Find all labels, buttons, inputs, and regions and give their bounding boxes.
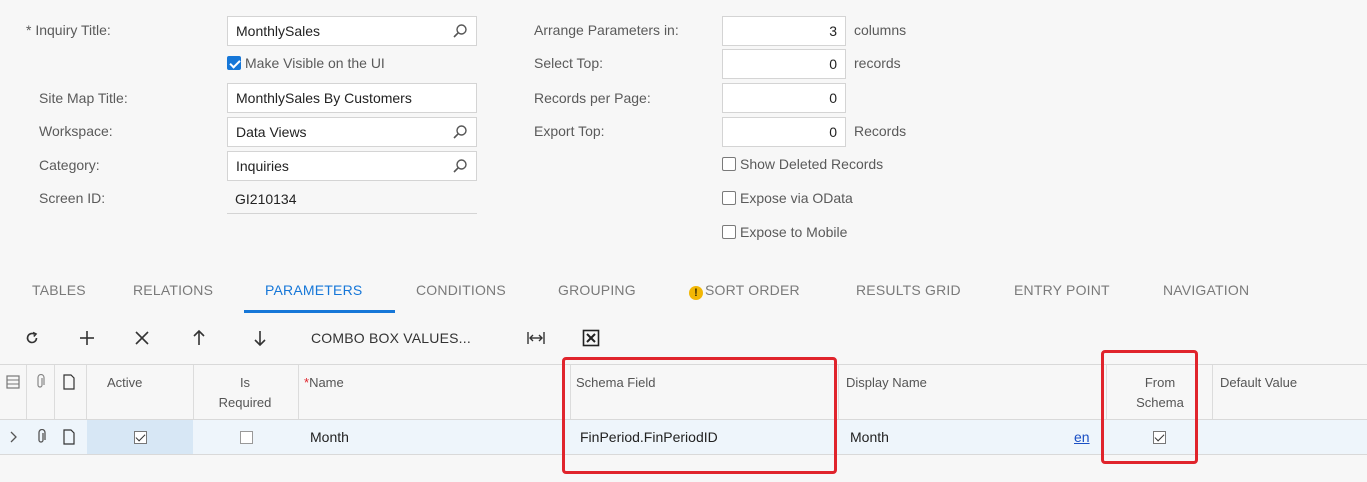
fit-columns-button[interactable] bbox=[524, 327, 548, 349]
site-map-title-field[interactable]: MonthlySales By Customers bbox=[227, 83, 477, 113]
arrange-parameters-input[interactable]: 3 bbox=[722, 16, 846, 46]
arrow-up-icon bbox=[193, 329, 205, 345]
fit-width-icon bbox=[527, 332, 545, 344]
tab-grouping[interactable]: GROUPING bbox=[558, 282, 636, 298]
workspace-field[interactable]: Data Views bbox=[227, 117, 477, 147]
category-field[interactable]: Inquiries bbox=[227, 151, 477, 181]
records-per-page-input[interactable]: 0 bbox=[722, 83, 846, 113]
column-header-active[interactable]: Active bbox=[107, 373, 142, 393]
checkbox-empty-icon[interactable] bbox=[722, 191, 736, 205]
plus-icon bbox=[80, 331, 94, 345]
export-top-unit: Records bbox=[854, 123, 907, 139]
refresh-button[interactable] bbox=[21, 327, 43, 349]
column-divider bbox=[86, 365, 87, 419]
move-down-button[interactable] bbox=[249, 327, 271, 349]
arrow-down-icon bbox=[254, 331, 266, 347]
workspace-label: Workspace: bbox=[39, 123, 113, 139]
records-per-page-label: Records per Page: bbox=[534, 90, 651, 106]
checkbox-empty-icon[interactable] bbox=[239, 431, 253, 444]
screen-id-label: Screen ID: bbox=[39, 190, 106, 206]
search-icon[interactable] bbox=[452, 23, 468, 39]
column-divider bbox=[193, 365, 194, 419]
site-map-title-label: Site Map Title: bbox=[39, 90, 128, 106]
show-deleted-records-label: Show Deleted Records bbox=[740, 156, 884, 172]
search-icon[interactable] bbox=[452, 158, 468, 174]
checkbox-empty-icon[interactable] bbox=[722, 225, 736, 239]
expose-mobile-checkbox[interactable]: Expose to Mobile bbox=[722, 224, 847, 240]
column-divider bbox=[26, 365, 27, 419]
export-excel-button[interactable] bbox=[580, 327, 602, 349]
attachment-icon[interactable] bbox=[35, 429, 47, 445]
column-header-display-name[interactable]: Display Name bbox=[846, 373, 927, 393]
column-divider bbox=[1212, 365, 1213, 419]
column-divider bbox=[838, 365, 839, 419]
column-header-is-required-line1: Is bbox=[239, 375, 251, 390]
tab-navigation[interactable]: NAVIGATION bbox=[1163, 282, 1249, 298]
expose-mobile-label: Expose to Mobile bbox=[740, 224, 848, 240]
tab-sort-order[interactable]: ! SORT ORDER bbox=[689, 282, 800, 300]
select-top-input[interactable]: 0 bbox=[722, 49, 846, 79]
make-visible-checkbox[interactable]: Make Visible on the UI bbox=[227, 55, 385, 71]
column-header-name[interactable]: *Name bbox=[304, 373, 344, 393]
checkbox-checked-icon[interactable] bbox=[133, 431, 147, 444]
site-map-title-value: MonthlySales By Customers bbox=[236, 90, 412, 106]
move-up-button[interactable] bbox=[188, 327, 210, 349]
tab-entry-point[interactable]: ENTRY POINT bbox=[1014, 282, 1110, 298]
from-schema-highlight bbox=[1101, 350, 1198, 464]
warning-icon: ! bbox=[689, 286, 703, 300]
export-top-label: Export Top: bbox=[534, 123, 605, 139]
tab-conditions[interactable]: CONDITIONS bbox=[416, 282, 506, 298]
column-header-default-value[interactable]: Default Value bbox=[1220, 373, 1297, 393]
select-top-label: Select Top: bbox=[534, 55, 604, 71]
export-top-input[interactable]: 0 bbox=[722, 117, 846, 147]
checkbox-checked-icon[interactable] bbox=[227, 56, 241, 70]
locale-link[interactable]: en bbox=[1074, 420, 1090, 454]
refresh-icon bbox=[26, 331, 38, 344]
expose-odata-label: Expose via OData bbox=[740, 190, 853, 206]
search-icon[interactable] bbox=[452, 124, 468, 140]
inquiry-title-value: MonthlySales bbox=[236, 23, 321, 39]
row-selector-icon[interactable] bbox=[6, 375, 20, 389]
row-name-cell[interactable]: Month bbox=[310, 420, 349, 454]
close-icon bbox=[135, 331, 149, 345]
column-divider bbox=[298, 365, 299, 419]
combo-box-values-button[interactable]: COMBO BOX VALUES... bbox=[311, 327, 471, 349]
make-visible-label: Make Visible on the UI bbox=[245, 55, 385, 71]
inquiry-title-field[interactable]: MonthlySales bbox=[227, 16, 477, 46]
tab-results-grid[interactable]: RESULTS GRID bbox=[856, 282, 961, 298]
chevron-right-icon[interactable] bbox=[8, 431, 18, 443]
expose-odata-checkbox[interactable]: Expose via OData bbox=[722, 190, 853, 206]
column-header-is-required-line2: Required bbox=[218, 395, 272, 410]
tab-sort-order-label: SORT ORDER bbox=[705, 282, 800, 298]
add-row-button[interactable] bbox=[75, 327, 99, 349]
column-divider bbox=[54, 365, 55, 419]
note-icon[interactable] bbox=[62, 374, 76, 390]
screen-id-value: GI210134 bbox=[227, 184, 477, 214]
category-label: Category: bbox=[39, 157, 100, 173]
active-tab-indicator bbox=[244, 310, 395, 313]
arrange-parameters-unit: columns bbox=[854, 22, 907, 38]
tab-tables[interactable]: TABLES bbox=[32, 282, 86, 298]
tab-relations[interactable]: RELATIONS bbox=[133, 282, 213, 298]
show-deleted-records-checkbox[interactable]: Show Deleted Records bbox=[722, 156, 883, 172]
excel-icon bbox=[582, 329, 600, 347]
row-display-name-cell[interactable]: Month bbox=[850, 420, 889, 454]
tab-parameters[interactable]: PARAMETERS bbox=[265, 282, 362, 298]
column-header-name-label: Name bbox=[309, 375, 344, 390]
row-is-required-cell[interactable] bbox=[194, 420, 298, 454]
row-active-cell[interactable] bbox=[87, 420, 193, 454]
category-value: Inquiries bbox=[236, 158, 289, 174]
delete-row-button[interactable] bbox=[131, 327, 153, 349]
schema-field-highlight bbox=[562, 357, 837, 474]
select-top-unit: records bbox=[854, 55, 901, 71]
arrange-parameters-label: Arrange Parameters in: bbox=[534, 22, 679, 38]
note-icon[interactable] bbox=[62, 429, 76, 445]
column-header-is-required[interactable]: Is Required bbox=[195, 373, 295, 413]
attachment-icon[interactable] bbox=[34, 374, 46, 390]
inquiry-title-label: * Inquiry Title: bbox=[26, 22, 111, 38]
checkbox-empty-icon[interactable] bbox=[722, 157, 736, 171]
workspace-value: Data Views bbox=[236, 124, 307, 140]
